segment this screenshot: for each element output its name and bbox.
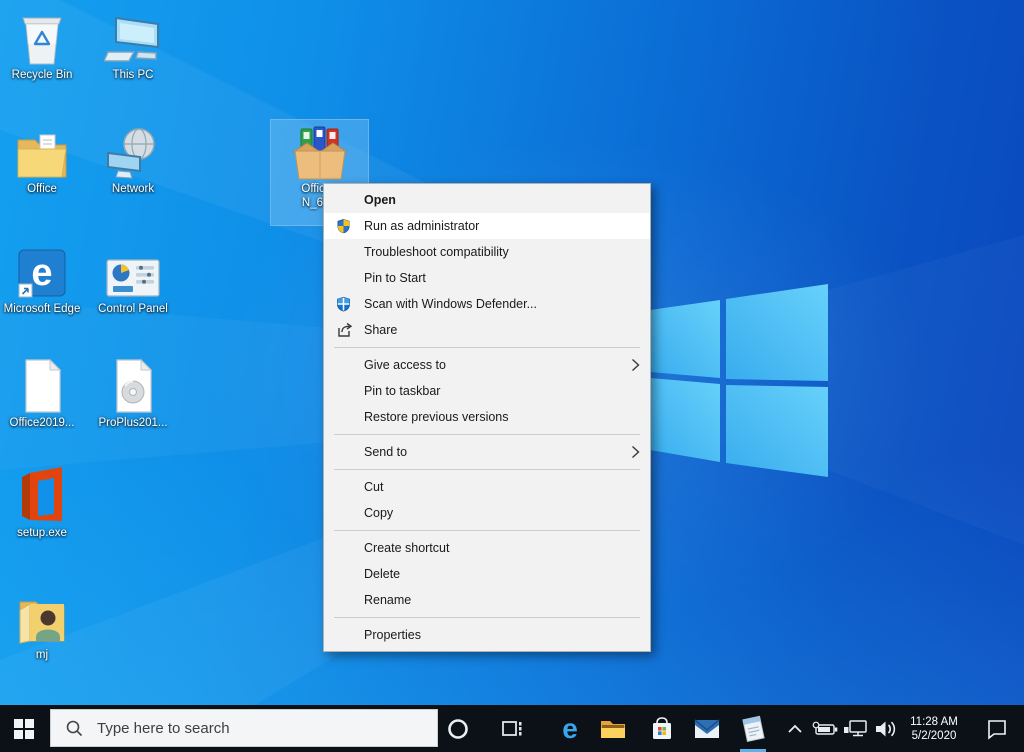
menu-item-open[interactable]: Open [324,187,650,213]
icon-label: Microsoft Edge [0,303,84,316]
taskbar-search[interactable] [50,709,438,747]
office-setup-icon [0,466,84,524]
icon-label: ProPlus201... [91,417,175,430]
file-explorer-button[interactable] [599,705,627,752]
icon-label: Office2019... [0,417,84,430]
menu-separator [334,530,640,531]
desktop-icon-office2019-file[interactable]: Office2019... [0,356,84,430]
cortana-icon [446,717,470,741]
menu-item-share[interactable]: Share [324,317,650,343]
menu-separator [334,617,640,618]
file-explorer-icon [599,717,627,741]
taskbar: e [0,705,1024,752]
menu-item-send-to[interactable]: Send to [324,439,650,465]
svg-text:e: e [31,252,52,294]
windows-logo [640,268,840,483]
icon-label: Network [91,183,175,196]
action-center-icon [985,718,1009,740]
notepad-icon [738,714,768,744]
task-view-button[interactable] [498,705,526,752]
network-icon [91,122,175,180]
battery-tray-button[interactable] [810,705,840,752]
uac-shield-icon [336,218,358,235]
desktop-icon-recycle-bin[interactable]: Recycle Bin [0,8,84,82]
volume-tray-button[interactable] [871,705,899,752]
menu-item-copy[interactable]: Copy [324,500,650,526]
edge-icon: e [0,242,84,300]
edge-icon: e [556,714,584,744]
action-center-button[interactable] [982,705,1012,752]
notepad-button[interactable] [738,705,768,752]
mail-button[interactable] [693,705,721,752]
defender-shield-icon [336,296,358,313]
menu-item-give-access-to[interactable]: Give access to [324,352,650,378]
this-pc-icon [91,8,175,66]
menu-separator [334,347,640,348]
mail-icon [693,718,721,740]
icon-label: This PC [91,69,175,82]
document-icon [0,356,84,414]
menu-item-scan-with-windows-defender[interactable]: Scan with Windows Defender... [324,291,650,317]
search-icon [65,719,83,737]
context-menu: Open Run as administrator Troubleshoot c… [323,183,651,652]
menu-item-troubleshoot-compatibility[interactable]: Troubleshoot compatibility [324,239,650,265]
share-icon [336,322,358,339]
submenu-chevron-icon [631,445,640,459]
menu-separator [334,434,640,435]
icon-label: Office [0,183,84,196]
edge-taskbar-button[interactable]: e [556,705,584,752]
desktop-icon-setup-exe[interactable]: setup.exe [0,466,84,540]
desktop-icon-office-folder[interactable]: Office [0,122,84,196]
desktop-icon-this-pc[interactable]: This PC [91,8,175,82]
desktop-icon-microsoft-edge[interactable]: e Microsoft Edge [0,242,84,316]
svg-text:e: e [562,714,578,744]
desktop-icon-proplus-file[interactable]: ProPlus201... [91,356,175,430]
tray-expand-button[interactable] [786,705,804,752]
microsoft-store-button[interactable] [648,705,676,752]
user-folder-icon [0,588,84,646]
menu-item-restore-previous-versions[interactable]: Restore previous versions [324,404,650,430]
chevron-up-icon [787,724,803,734]
menu-item-pin-to-taskbar[interactable]: Pin to taskbar [324,378,650,404]
desktop-icon-network[interactable]: Network [91,122,175,196]
icon-label: Control Panel [91,303,175,316]
start-button[interactable] [0,705,48,752]
folder-icon [0,122,84,180]
menu-item-delete[interactable]: Delete [324,561,650,587]
menu-item-create-shortcut[interactable]: Create shortcut [324,535,650,561]
icon-label: setup.exe [0,527,84,540]
menu-item-properties[interactable]: Properties [324,622,650,648]
desktop-icon-mj-folder[interactable]: mj [0,588,84,662]
clock-date: 5/2/2020 [912,729,957,743]
network-tray-button[interactable] [842,705,870,752]
ethernet-network-icon [843,718,869,740]
cortana-button[interactable] [444,705,472,752]
control-panel-icon [91,242,175,300]
speaker-volume-icon [873,719,897,739]
battery-icon [811,721,839,737]
taskbar-clock[interactable]: 11:28 AM 5/2/2020 [898,705,970,752]
clock-time: 11:28 AM [910,715,958,729]
icon-label: Recycle Bin [0,69,84,82]
search-input[interactable] [95,719,399,738]
menu-item-cut[interactable]: Cut [324,474,650,500]
submenu-chevron-icon [631,358,640,372]
menu-item-run-as-administrator[interactable]: Run as administrator [324,213,650,239]
disc-image-file-icon [91,356,175,414]
store-icon [649,715,675,743]
icon-label: mj [0,649,84,662]
recycle-bin-icon [0,8,84,66]
menu-item-pin-to-start[interactable]: Pin to Start [324,265,650,291]
task-view-icon [499,716,525,742]
desktop-icon-control-panel[interactable]: Control Panel [91,242,175,316]
winrar-archive-icon [271,120,368,182]
menu-separator [334,469,640,470]
menu-item-rename[interactable]: Rename [324,587,650,613]
windows-start-icon [14,719,34,739]
